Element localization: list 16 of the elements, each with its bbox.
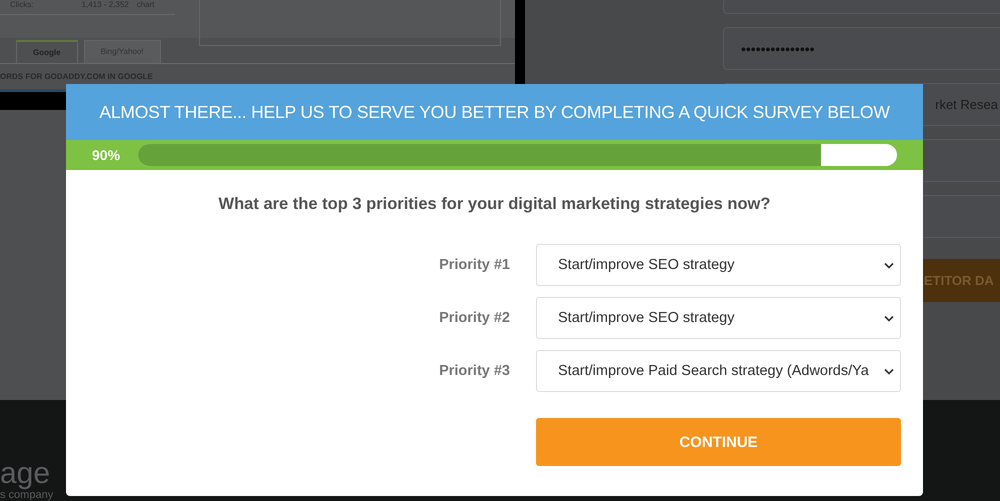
- continue-button[interactable]: CONTINUE: [536, 418, 901, 466]
- priority-dropdown[interactable]: Start/improve SEO strategy: [536, 244, 901, 286]
- tagline: s company: [0, 489, 54, 501]
- chevron-down-icon: [884, 314, 894, 322]
- chevron-down-icon: [884, 262, 894, 268]
- priority-label: Priority #1: [438, 257, 510, 273]
- password-field[interactable]: •••••••••••••••: [723, 27, 1000, 70]
- progress-reading: 90%: [92, 147, 122, 163]
- dialog-title: ALMOST THERE... HELP US TO SERVE YOU BETTER BY COMPLETING A QUICK SURVEY BELOW: [66, 84, 923, 140]
- priority-label: Priority #2: [438, 310, 510, 326]
- chevron-down-icon: [884, 368, 894, 374]
- priority-dropdown[interactable]: Start/improve Paid Search strategy (Adwords/Ya: [536, 350, 901, 392]
- priority-dropdown[interactable]: Start/improve SEO strategy: [536, 297, 901, 339]
- logo-text: age: [0, 459, 52, 489]
- priority-label: Priority #3: [438, 363, 510, 379]
- question-text: What are the top 3 priorities for your digital marketing strategies now?: [218, 195, 772, 214]
